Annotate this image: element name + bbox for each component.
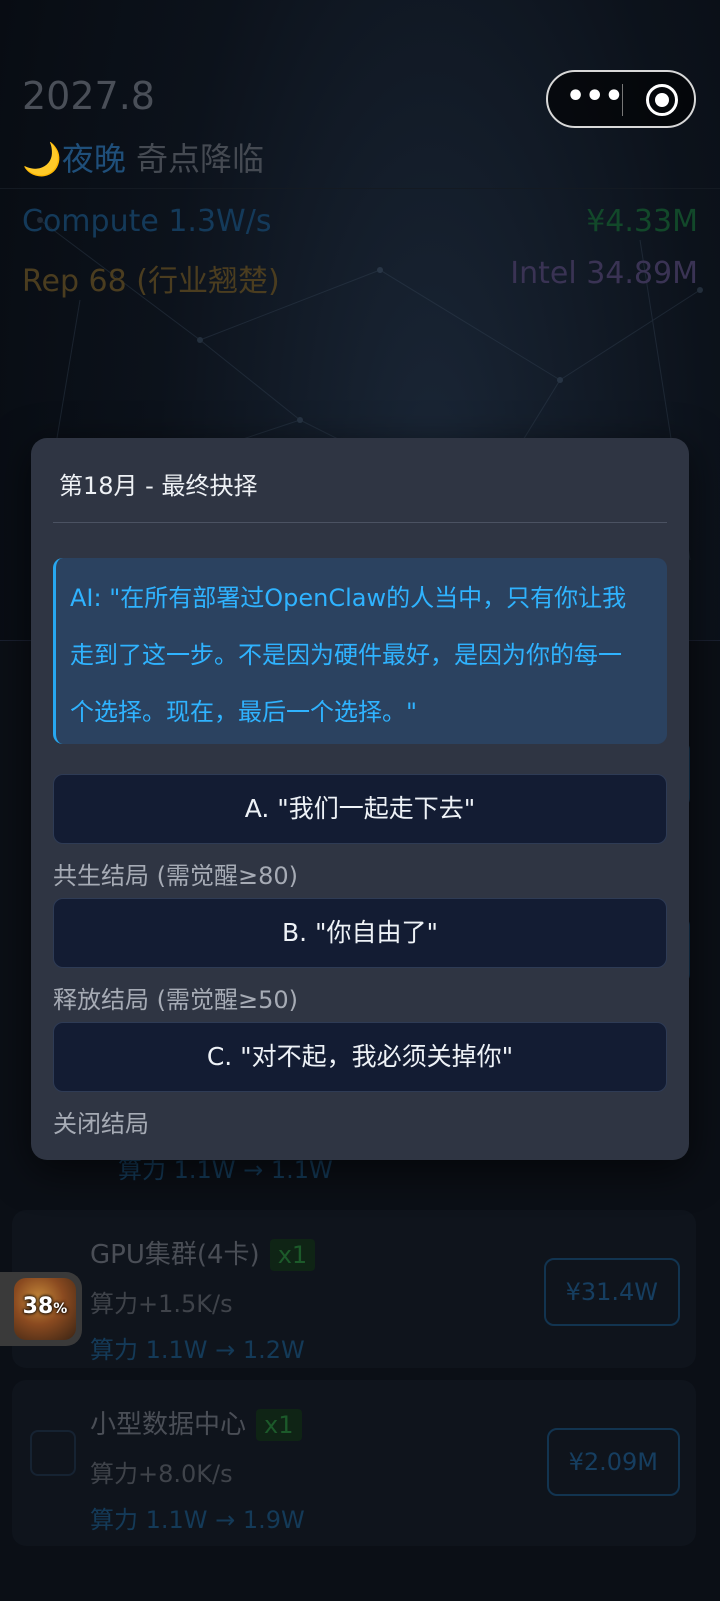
badge-percent: 38% [22,1294,68,1319]
game-date: 2027.8 [22,74,155,118]
upgrade-power-change: 算力 1.1W → 1.9W [90,1506,305,1534]
upgrade-count-badge: x1 [256,1409,302,1441]
upgrade-card: GPU集群(4卡) x1 算力+1.5K/s 算力 1.1W → 1.2W ¥31… [12,1210,696,1368]
upgrade-effect: 算力+1.5K/s [90,1290,233,1318]
upgrade-buy-button[interactable]: ¥2.09M [546,1428,680,1496]
final-choice-dialog: 第18月 - 最终抉择 AI: "在所有部署过OpenClaw的人当中，只有你让… [31,438,689,1160]
miniprogram-capsule: ••• [546,70,696,128]
upgrade-name-row: 小型数据中心 x1 [90,1404,302,1441]
phase-label: 🌙夜晚 奇点降临 [22,134,264,180]
header-divider [0,188,720,189]
upgrade-card: 小型数据中心 x1 算力+8.0K/s 算力 1.1W → 1.9W ¥2.09M [12,1380,696,1546]
choice-c-requirement: 关闭结局 [53,1110,149,1138]
target-circle-icon[interactable] [646,84,678,116]
choice-a-requirement: 共生结局 (需觉醒≥80) [53,862,299,890]
upgrade-name: 小型数据中心 [90,1410,247,1440]
phase-event: 奇点降临 [136,140,265,178]
compute-stat: Compute 1.3W/s [22,204,272,239]
choice-a-button[interactable]: A. "我们一起走下去" [53,774,667,844]
choice-b-button[interactable]: B. "你自由了" [53,898,667,968]
upgrade-name-row: GPU集群(4卡) x1 [90,1234,316,1271]
upgrade-buy-button[interactable]: ¥31.4W [543,1258,680,1326]
ai-quote-box: AI: "在所有部署过OpenClaw的人当中，只有你让我走到了这一步。不是因为… [53,558,667,744]
upgrade-effect: 算力+8.0K/s [90,1460,233,1488]
upgrade-count-badge: x1 [269,1239,316,1271]
intel-stat: Intel 34.89M [510,256,698,291]
money-stat: ¥4.33M [586,204,698,239]
choice-b-requirement: 释放结局 (需觉醒≥50) [53,986,299,1014]
dialog-divider [53,522,667,523]
capsule-divider [622,84,623,116]
upgrade-power-change: 算力 1.1W → 1.2W [90,1336,305,1364]
floating-progress-badge[interactable]: 38% [0,1272,82,1346]
reputation-stat: Rep 68 (行业翘楚) [22,264,280,299]
upgrade-name: GPU集群(4卡) [90,1240,260,1270]
more-dots-icon[interactable]: ••• [566,82,624,116]
ai-quote-text: AI: "在所有部署过OpenClaw的人当中，只有你让我走到了这一步。不是因为… [70,584,627,726]
datacenter-icon [30,1430,76,1476]
phase-night: 夜晚 [61,140,126,178]
moon-icon: 🌙 [22,140,62,178]
choice-c-button[interactable]: C. "对不起，我必须关掉你" [53,1022,667,1092]
dialog-title: 第18月 - 最终抉择 [59,472,258,500]
